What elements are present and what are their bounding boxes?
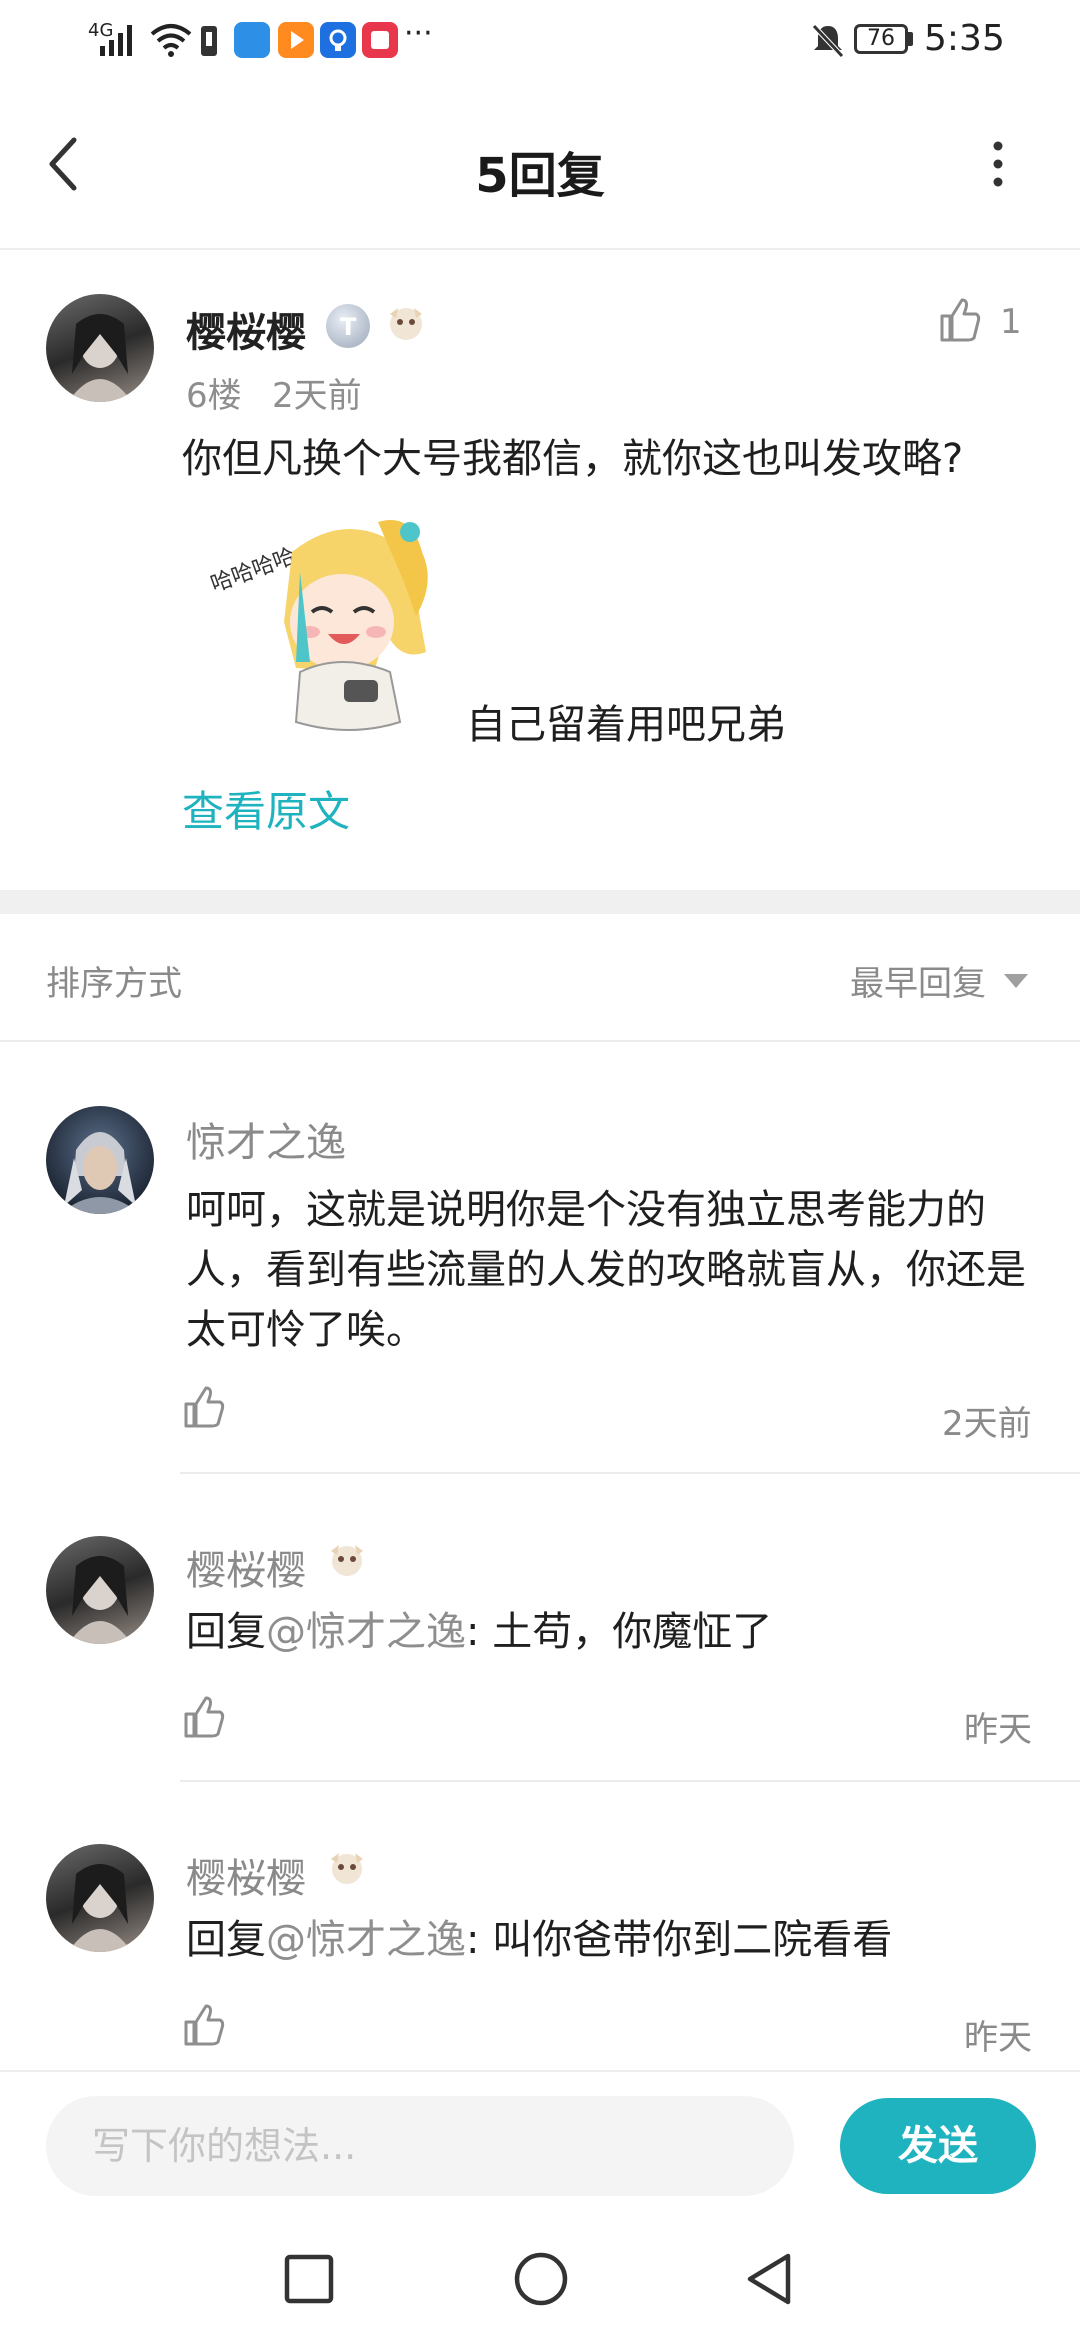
avatar[interactable] [46,1106,154,1214]
more-vertical-icon[interactable] [986,138,1010,190]
reply-time: 2天前 [942,1404,1032,1444]
reply-item: 樱桜樱 回复@惊才之逸: 土苟，你魔怔了 昨天 [0,1474,1080,1782]
battery-level: 76 [867,26,895,51]
reply-text: 呵呵，这就是说明你是个没有独立思考能力的人，看到有些流量的人发的攻略就盲从，你还… [186,1187,1026,1353]
reply-item: 惊才之逸 呵呵，这就是说明你是个没有独立思考能力的人，看到有些流量的人发的攻略就… [0,1042,1080,1474]
post-text: 你但凡换个大号我都信，就你这也叫发攻略? [182,436,964,482]
avatar[interactable] [46,294,154,402]
app-notification-icon-2 [278,22,314,58]
nav-home-circle-icon[interactable] [512,2250,570,2308]
send-button[interactable]: 发送 [840,2098,1036,2194]
sort-dropdown[interactable]: 最早回复 [850,956,986,1004]
like-count: 1 [1000,302,1022,342]
mention-link[interactable]: @惊才之逸 [266,1917,466,1963]
system-nav-bar [0,2220,1080,2340]
character-badge-icon [382,300,430,348]
reply-prefix: 回复 [186,1917,266,1963]
battery-tip [908,32,913,46]
caret-down-icon[interactable] [1002,972,1030,990]
avatar[interactable] [46,1844,154,1952]
sticker-caption: 自己留着用吧兄弟 [466,702,786,748]
thumbs-up-icon[interactable] [180,2000,226,2050]
wifi-icon [150,24,192,57]
avatar[interactable] [46,1536,154,1644]
clock: 5:35 [924,18,1005,59]
post-time: 2天前 [272,376,362,416]
sticker-image[interactable]: 哈哈哈哈… [200,512,440,742]
mute-bell-icon [812,24,844,58]
sim-icon [201,26,217,56]
status-bar: 4G ··· 76 5:35 [0,0,1080,80]
svg-text:T: T [340,313,357,341]
section-divider [0,890,1080,914]
signal-icon [100,25,132,56]
floor-number: 6楼 [186,376,242,416]
thumbs-up-icon[interactable] [180,1692,226,1742]
reply-author[interactable]: 惊才之逸 [186,1110,346,1168]
reply-body: : 土苟，你魔怔了 [466,1609,773,1655]
author-name[interactable]: 樱桜樱 [186,300,306,358]
reply-text: 回复@惊才之逸: 土苟，你魔怔了 [186,1602,1036,1662]
view-original-link[interactable]: 查看原文 [182,778,350,839]
main-post: 樱桜樱 T 1 6楼 2天前 你但凡换个大号我都信，就你这也叫发攻略? 哈哈哈哈… [0,250,1080,890]
comment-composer: 发送 [0,2070,1080,2222]
sort-value: 最早回复 [850,964,986,1004]
sort-row: 排序方式 最早回复 [0,914,1080,1042]
top-bar: 5回复 [0,80,1080,250]
app-notification-icon-1 [234,22,270,58]
sort-label: 排序方式 [46,964,182,1004]
thumbs-up-icon[interactable] [180,1382,226,1432]
reply-time: 昨天 [964,1710,1032,1750]
reply-item: 樱桜樱 回复@惊才之逸: 叫你爸带你到二院看看 昨天 [0,1782,1080,2070]
battery-icon: 76 [854,24,908,54]
comment-input[interactable] [46,2096,794,2196]
level-badge-icon: T [326,304,370,348]
nav-back-triangle-icon[interactable] [742,2250,796,2308]
app-notification-icon-4 [362,22,398,58]
app-notification-icon-3 [320,22,356,58]
reply-author[interactable]: 樱桜樱 [186,1538,306,1596]
more-notifications: ··· [404,16,433,51]
thumbs-up-icon[interactable] [936,294,984,346]
character-badge-icon [324,1846,370,1892]
reply-body: : 叫你爸带你到二院看看 [466,1917,893,1963]
character-badge-icon [324,1538,370,1584]
reply-prefix: 回复 [186,1609,266,1655]
reply-time: 昨天 [964,2018,1032,2058]
reply-text: 回复@惊才之逸: 叫你爸带你到二院看看 [186,1910,1036,1970]
page-title: 5回复 [475,148,605,204]
nav-square-icon[interactable] [282,2252,336,2306]
reply-author[interactable]: 樱桜樱 [186,1846,306,1904]
mention-link[interactable]: @惊才之逸 [266,1609,466,1655]
